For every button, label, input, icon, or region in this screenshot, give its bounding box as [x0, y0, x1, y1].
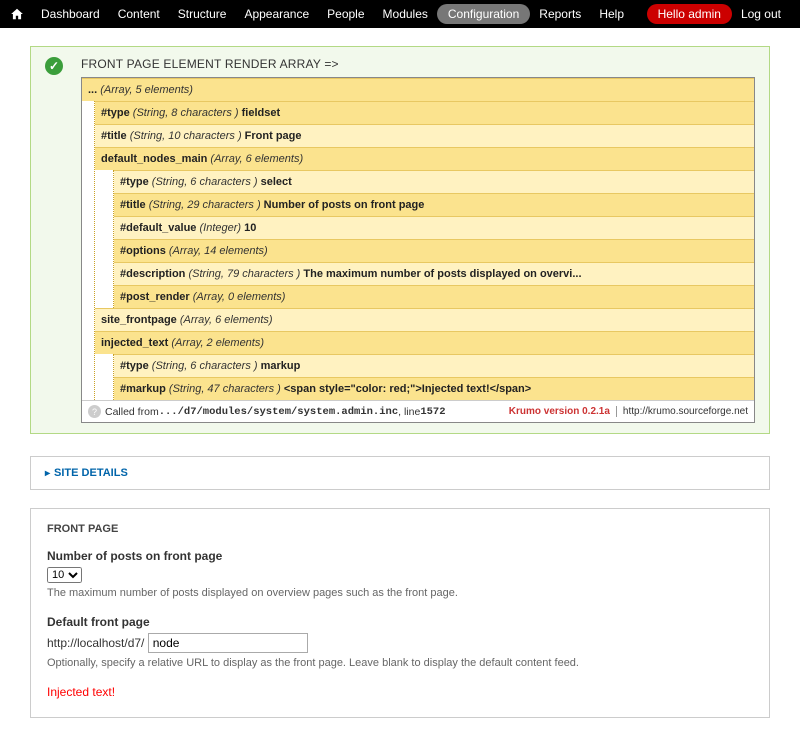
- fieldset-front-page: FRONT PAGE Number of posts on front page…: [30, 508, 770, 718]
- krumo-dump: ... (Array, 5 elements) #type (String, 8…: [81, 77, 755, 423]
- select-posts-count[interactable]: 10: [47, 567, 82, 583]
- krumo-link[interactable]: http://krumo.sourceforge.net: [616, 406, 748, 417]
- toolbar-item-appearance[interactable]: Appearance: [235, 1, 318, 27]
- input-front-page-path[interactable]: [148, 633, 308, 653]
- ok-icon: [45, 57, 63, 75]
- krumo-row[interactable]: #type (String, 8 characters ) fieldset: [95, 101, 754, 124]
- fieldset-legend: FRONT PAGE: [47, 523, 753, 535]
- toolbar-item-configuration[interactable]: Configuration: [437, 4, 530, 24]
- krumo-version: Krumo version 0.2.1a: [509, 406, 610, 417]
- toolbar-item-content[interactable]: Content: [109, 1, 169, 27]
- desc-default-fp: Optionally, specify a relative URL to di…: [47, 657, 753, 669]
- label-default-fp: Default front page: [47, 615, 753, 629]
- krumo-row[interactable]: #default_value (Integer) 10: [114, 216, 754, 239]
- base-url-prefix: http://localhost/d7/: [47, 636, 148, 650]
- injected-text: Injected text!: [47, 685, 753, 699]
- krumo-row[interactable]: #options (Array, 14 elements): [114, 239, 754, 262]
- admin-toolbar: DashboardContentStructureAppearancePeopl…: [0, 0, 800, 28]
- krumo-row[interactable]: #description (String, 79 characters ) Th…: [114, 262, 754, 285]
- krumo-row[interactable]: #markup (String, 47 characters ) <span s…: [114, 377, 754, 400]
- krumo-footer: ? Called from .../d7/modules/system/syst…: [82, 400, 754, 422]
- home-icon[interactable]: [10, 7, 24, 21]
- krumo-row[interactable]: #title (String, 10 characters ) Front pa…: [95, 124, 754, 147]
- krumo-row[interactable]: site_frontpage (Array, 6 elements): [95, 308, 754, 331]
- toolbar-item-reports[interactable]: Reports: [530, 1, 590, 27]
- label-posts: Number of posts on front page: [47, 549, 753, 563]
- desc-posts: The maximum number of posts displayed on…: [47, 587, 753, 599]
- fieldset-legend: SITE DETAILS: [45, 467, 128, 479]
- toolbar-item-people[interactable]: People: [318, 1, 373, 27]
- toolbar-item-structure[interactable]: Structure: [169, 1, 236, 27]
- toolbar-item-dashboard[interactable]: Dashboard: [32, 1, 109, 27]
- krumo-row[interactable]: #type (String, 6 characters ) select: [114, 170, 754, 193]
- toolbar-item-help[interactable]: Help: [590, 1, 633, 27]
- hello-badge[interactable]: Hello admin: [647, 4, 732, 24]
- krumo-row[interactable]: #post_render (Array, 0 elements): [114, 285, 754, 308]
- fieldset-site-details[interactable]: SITE DETAILS: [30, 456, 770, 490]
- status-message: FRONT PAGE element RENDER ARRAY => ... (…: [30, 46, 770, 434]
- krumo-row[interactable]: injected_text (Array, 2 elements): [95, 331, 754, 354]
- form-item-posts: Number of posts on front page 10 The max…: [47, 549, 753, 599]
- help-icon: ?: [88, 405, 101, 418]
- krumo-row[interactable]: default_nodes_main (Array, 6 elements): [95, 147, 754, 170]
- form-item-default-front-page: Default front page http://localhost/d7/ …: [47, 615, 753, 669]
- status-title: FRONT PAGE element RENDER ARRAY =>: [81, 57, 755, 71]
- krumo-row[interactable]: #type (String, 6 characters ) markup: [114, 354, 754, 377]
- krumo-row-root[interactable]: ... (Array, 5 elements): [82, 78, 754, 101]
- krumo-row[interactable]: #title (String, 29 characters ) Number o…: [114, 193, 754, 216]
- logout-link[interactable]: Log out: [732, 1, 790, 27]
- toolbar-item-modules[interactable]: Modules: [374, 1, 437, 27]
